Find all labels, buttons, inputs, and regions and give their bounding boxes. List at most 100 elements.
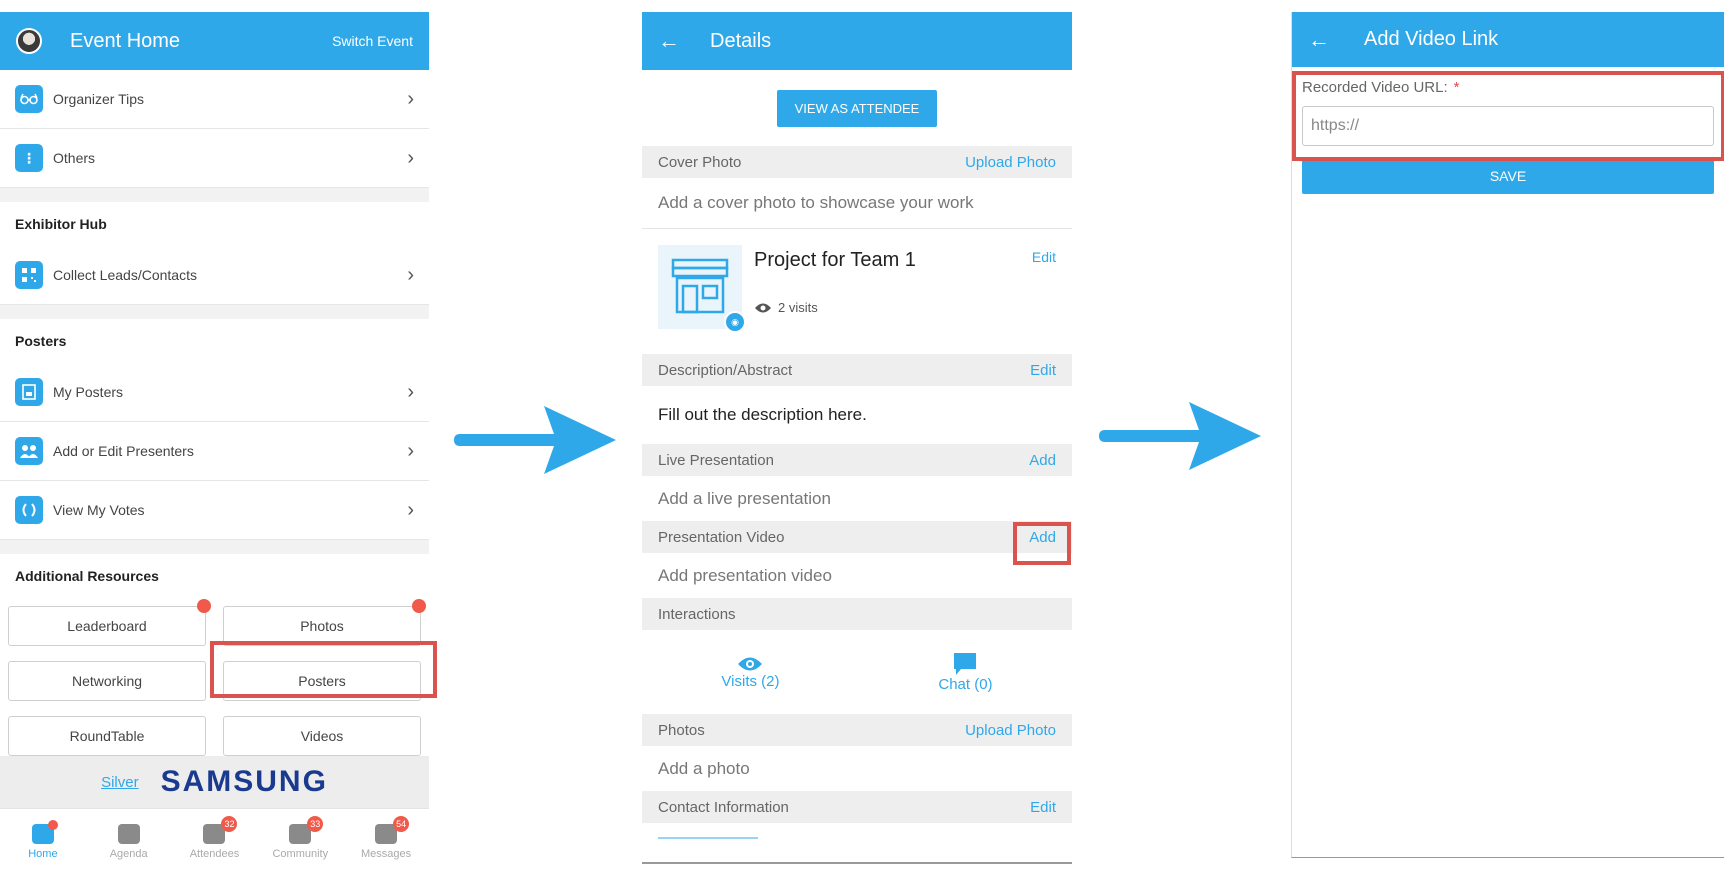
tab-label: Agenda	[109, 848, 148, 860]
tab-home[interactable]: Home	[0, 809, 86, 875]
live-presentation-placeholder[interactable]: Add a live presentation	[642, 476, 1072, 521]
photos-header: Photos Upload Photo	[642, 714, 1072, 746]
tab-label: Home	[28, 848, 58, 860]
edit-contact-button[interactable]: Edit	[1030, 799, 1056, 816]
add-video-link-screen: ← Add Video Link Recorded Video URL:* SA…	[1291, 12, 1724, 858]
additional-resources-heading: Additional Resources	[0, 554, 429, 598]
upload-cover-photo-button[interactable]: Upload Photo	[965, 154, 1056, 171]
photos-placeholder[interactable]: Add a photo	[642, 746, 1072, 791]
live-presentation-header: Live Presentation Add	[642, 444, 1072, 476]
eye-icon	[755, 303, 771, 312]
chat-label: Chat (0)	[938, 675, 993, 693]
button-label: Videos	[300, 728, 344, 744]
section-title: Photos	[658, 721, 705, 739]
project-title: Project for Team 1	[754, 249, 916, 271]
description-text: Fill out the description here.	[642, 386, 1072, 444]
messages-badge: 54	[393, 816, 410, 832]
menu-item-view-my-votes[interactable]: View My Votes ›	[0, 481, 429, 540]
tab-label: Community	[272, 848, 329, 860]
notification-dot	[412, 599, 426, 613]
videos-button[interactable]: Videos	[223, 716, 421, 756]
more-vertical-icon: ⋮	[15, 144, 43, 172]
view-as-attendee-row: VIEW AS ATTENDEE	[642, 70, 1072, 146]
tab-community[interactable]: 33 Community	[257, 809, 343, 875]
exhibitor-hub-heading: Exhibitor Hub	[0, 202, 429, 246]
chevron-right-icon: ›	[407, 263, 414, 286]
project-card: ◉ Project for Team 1 2 visits Edit	[642, 228, 1072, 354]
menu-item-label: Collect Leads/Contacts	[53, 267, 197, 283]
highlight-box-posters	[210, 641, 437, 698]
switch-event-button[interactable]: Switch Event	[332, 33, 413, 49]
photos-button[interactable]: Photos	[223, 599, 426, 646]
menu-item-organizer-tips[interactable]: Organizer Tips ›	[0, 70, 429, 129]
back-arrow-icon[interactable]: ←	[658, 28, 698, 54]
menu-item-my-posters[interactable]: My Posters ›	[0, 363, 429, 422]
project-info: Project for Team 1 2 visits	[754, 245, 1032, 338]
menu-item-collect-leads[interactable]: Collect Leads/Contacts ›	[0, 246, 429, 305]
poster-icon	[15, 378, 43, 406]
event-home-screen: Event Home Switch Event Organizer Tips ›…	[0, 12, 429, 875]
menu-item-others[interactable]: ⋮ Others ›	[0, 129, 429, 188]
samsung-logo: SAMSUNG	[160, 765, 328, 798]
attendees-icon: 32	[203, 816, 238, 844]
app-bar: ← Add Video Link	[1292, 12, 1724, 67]
tab-label: Messages	[361, 848, 412, 860]
tab-agenda[interactable]: Agenda	[86, 809, 172, 875]
networking-button[interactable]: Networking	[8, 661, 206, 701]
menu-item-label: View My Votes	[53, 502, 145, 518]
tab-attendees[interactable]: 32 Attendees	[172, 809, 258, 875]
camera-icon[interactable]: ◉	[724, 311, 746, 333]
menu-item-add-edit-presenters[interactable]: Add or Edit Presenters ›	[0, 422, 429, 481]
section-divider	[0, 305, 429, 319]
event-avatar[interactable]	[16, 28, 42, 54]
section-title: Description/Abstract	[658, 361, 793, 379]
notification-dot	[47, 820, 58, 830]
section-divider	[0, 540, 429, 554]
upload-photo-button[interactable]: Upload Photo	[965, 722, 1056, 739]
eye-icon	[738, 657, 763, 670]
messages-icon: 54	[375, 816, 410, 844]
presentation-video-placeholder[interactable]: Add presentation video	[642, 553, 1072, 598]
page-title: Details	[710, 29, 772, 52]
posters-heading: Posters	[0, 319, 429, 363]
page-title: Event Home	[70, 29, 181, 52]
storefront-icon[interactable]: ◉	[658, 245, 746, 333]
back-arrow-icon[interactable]: ←	[1308, 27, 1348, 53]
details-screen: ← Details VIEW AS ATTENDEE Cover Photo U…	[642, 12, 1072, 864]
view-as-attendee-button[interactable]: VIEW AS ATTENDEE	[776, 89, 938, 127]
roundtable-button[interactable]: RoundTable	[8, 716, 206, 756]
chat-button[interactable]: Chat (0)	[938, 652, 993, 693]
right-arrow-icon	[454, 406, 616, 474]
app-bar: ← Details	[642, 12, 1072, 70]
menu-item-label: My Posters	[53, 384, 124, 400]
edit-project-button[interactable]: Edit	[1032, 245, 1056, 338]
button-label: RoundTable	[69, 728, 145, 744]
sponsor-banner[interactable]: Silver SAMSUNG	[0, 756, 429, 808]
interactions-header: Interactions	[642, 598, 1072, 630]
button-label: Photos	[300, 618, 344, 634]
highlight-box-add-video	[1013, 522, 1071, 565]
chevron-right-icon: ›	[407, 87, 414, 110]
community-badge: 33	[307, 816, 324, 832]
menu-item-label: Add or Edit Presenters	[53, 443, 194, 459]
chevron-right-icon: ›	[407, 439, 414, 462]
cut-off-content	[658, 837, 758, 843]
edit-description-button[interactable]: Edit	[1030, 362, 1056, 379]
presenters-icon	[15, 437, 43, 465]
section-title: Cover Photo	[658, 153, 742, 171]
section-title: Live Presentation	[658, 451, 774, 469]
sponsor-tier-link[interactable]: Silver	[101, 774, 139, 791]
cover-photo-placeholder[interactable]: Add a cover photo to showcase your work	[642, 178, 1072, 228]
chevron-right-icon: ›	[407, 380, 414, 403]
save-button[interactable]: SAVE	[1302, 158, 1714, 194]
tab-label: Attendees	[189, 848, 240, 860]
leaderboard-button[interactable]: Leaderboard	[8, 599, 211, 646]
glasses-icon	[15, 85, 43, 113]
laurel-icon	[15, 496, 43, 524]
community-icon: 33	[289, 816, 324, 844]
button-label: Networking	[71, 673, 143, 689]
visits-button[interactable]: Visits (2)	[721, 655, 780, 690]
cover-photo-header: Cover Photo Upload Photo	[642, 146, 1072, 178]
tab-messages[interactable]: 54 Messages	[343, 809, 429, 875]
add-live-presentation-button[interactable]: Add	[1029, 452, 1056, 469]
